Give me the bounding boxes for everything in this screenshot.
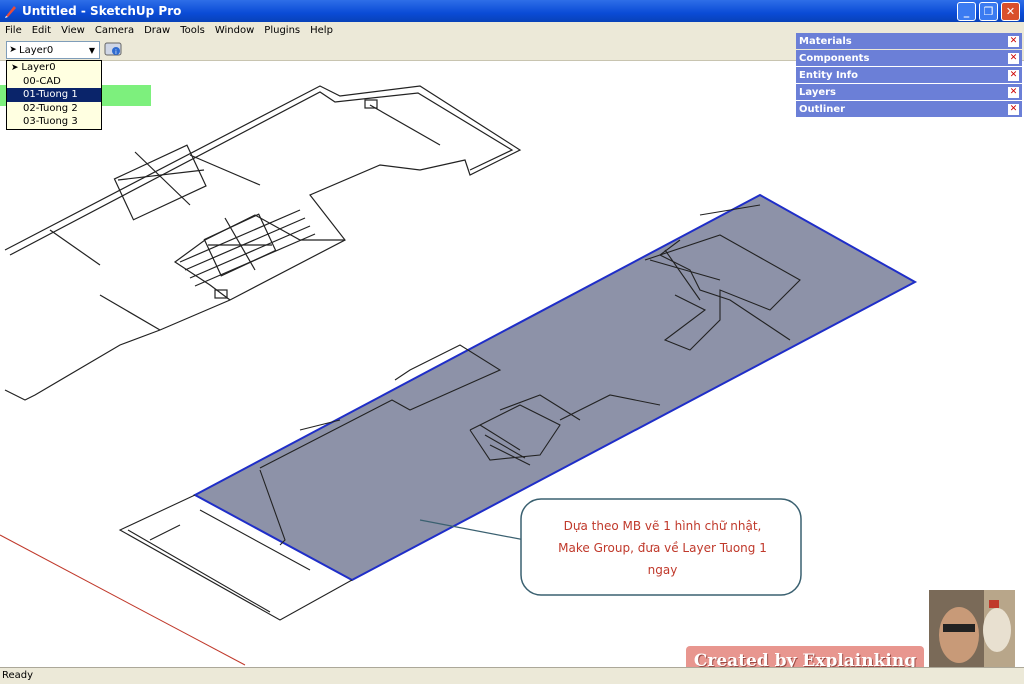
close-icon[interactable]: ✕	[1008, 86, 1019, 98]
close-icon[interactable]: ✕	[1008, 52, 1019, 64]
red-axis	[0, 534, 246, 666]
close-icon[interactable]: ✕	[1008, 103, 1019, 115]
menu-draw[interactable]: Draw	[139, 25, 175, 36]
layer-manager-icon[interactable]: i	[104, 41, 122, 57]
callout-line-3: ngay	[647, 563, 678, 577]
callout-line-1: Dựa theo MB vẽ 1 hình chữ nhật,	[563, 519, 762, 533]
close-icon[interactable]: ✕	[1008, 69, 1019, 81]
tray-materials[interactable]: Materials ✕	[796, 33, 1022, 49]
pointer-icon: ➤	[11, 63, 22, 73]
minimize-button[interactable]: _	[957, 1, 976, 21]
menu-plugins[interactable]: Plugins	[259, 25, 305, 36]
status-bar: Ready	[0, 667, 1024, 684]
window-title: Untitled - SketchUp Pro	[22, 4, 182, 18]
tray-layers[interactable]: Layers ✕	[796, 84, 1022, 100]
callout-text: Dựa theo MB vẽ 1 hình chữ nhật, Make Gro…	[525, 515, 800, 581]
layer-option-02-tuong-2[interactable]: 02-Tuong 2	[7, 102, 101, 116]
menu-tools[interactable]: Tools	[175, 25, 210, 36]
title-bar: Untitled - SketchUp Pro _ ❐ ✕	[0, 0, 1024, 22]
restore-button[interactable]: ❐	[979, 1, 998, 21]
close-icon[interactable]: ✕	[1008, 35, 1019, 47]
layer-dropdown-list: ➤ Layer0 00-CAD 01-Tuong 1 02-Tuong 2 03…	[6, 60, 102, 130]
menu-edit[interactable]: Edit	[27, 25, 56, 36]
tray-entity-info[interactable]: Entity Info ✕	[796, 67, 1022, 83]
tray-outliner[interactable]: Outliner ✕	[796, 101, 1022, 117]
tray-panel: Materials ✕ Components ✕ Entity Info ✕ Laye…	[796, 33, 1022, 118]
floor-plan-cad	[4, 85, 522, 401]
layer-option-03-tuong-3[interactable]: 03-Tuong 3	[7, 115, 101, 129]
menu-file[interactable]: File	[0, 25, 27, 36]
close-button[interactable]: ✕	[1001, 1, 1020, 21]
layer-option-00-cad[interactable]: 00-CAD	[7, 75, 101, 89]
layer-option-layer0[interactable]: ➤ Layer0	[7, 61, 101, 75]
menu-view[interactable]: View	[56, 25, 90, 36]
tray-components[interactable]: Components ✕	[796, 50, 1022, 66]
author-avatar	[929, 590, 1015, 676]
layer-select[interactable]: ➤ Layer0 ▼	[6, 41, 100, 59]
callout-line-2: Make Group, đưa về Layer Tuong 1	[558, 541, 767, 555]
chevron-down-icon[interactable]: ▼	[85, 46, 99, 55]
sketchup-app-icon	[5, 6, 16, 18]
menu-window[interactable]: Window	[210, 25, 259, 36]
menu-camera[interactable]: Camera	[90, 25, 139, 36]
layer-select-value: Layer0	[19, 44, 54, 56]
status-text: Ready	[2, 670, 34, 681]
layer-option-01-tuong-1[interactable]: 01-Tuong 1	[7, 88, 101, 102]
menu-help[interactable]: Help	[305, 25, 338, 36]
pointer-icon: ➤	[9, 45, 17, 55]
